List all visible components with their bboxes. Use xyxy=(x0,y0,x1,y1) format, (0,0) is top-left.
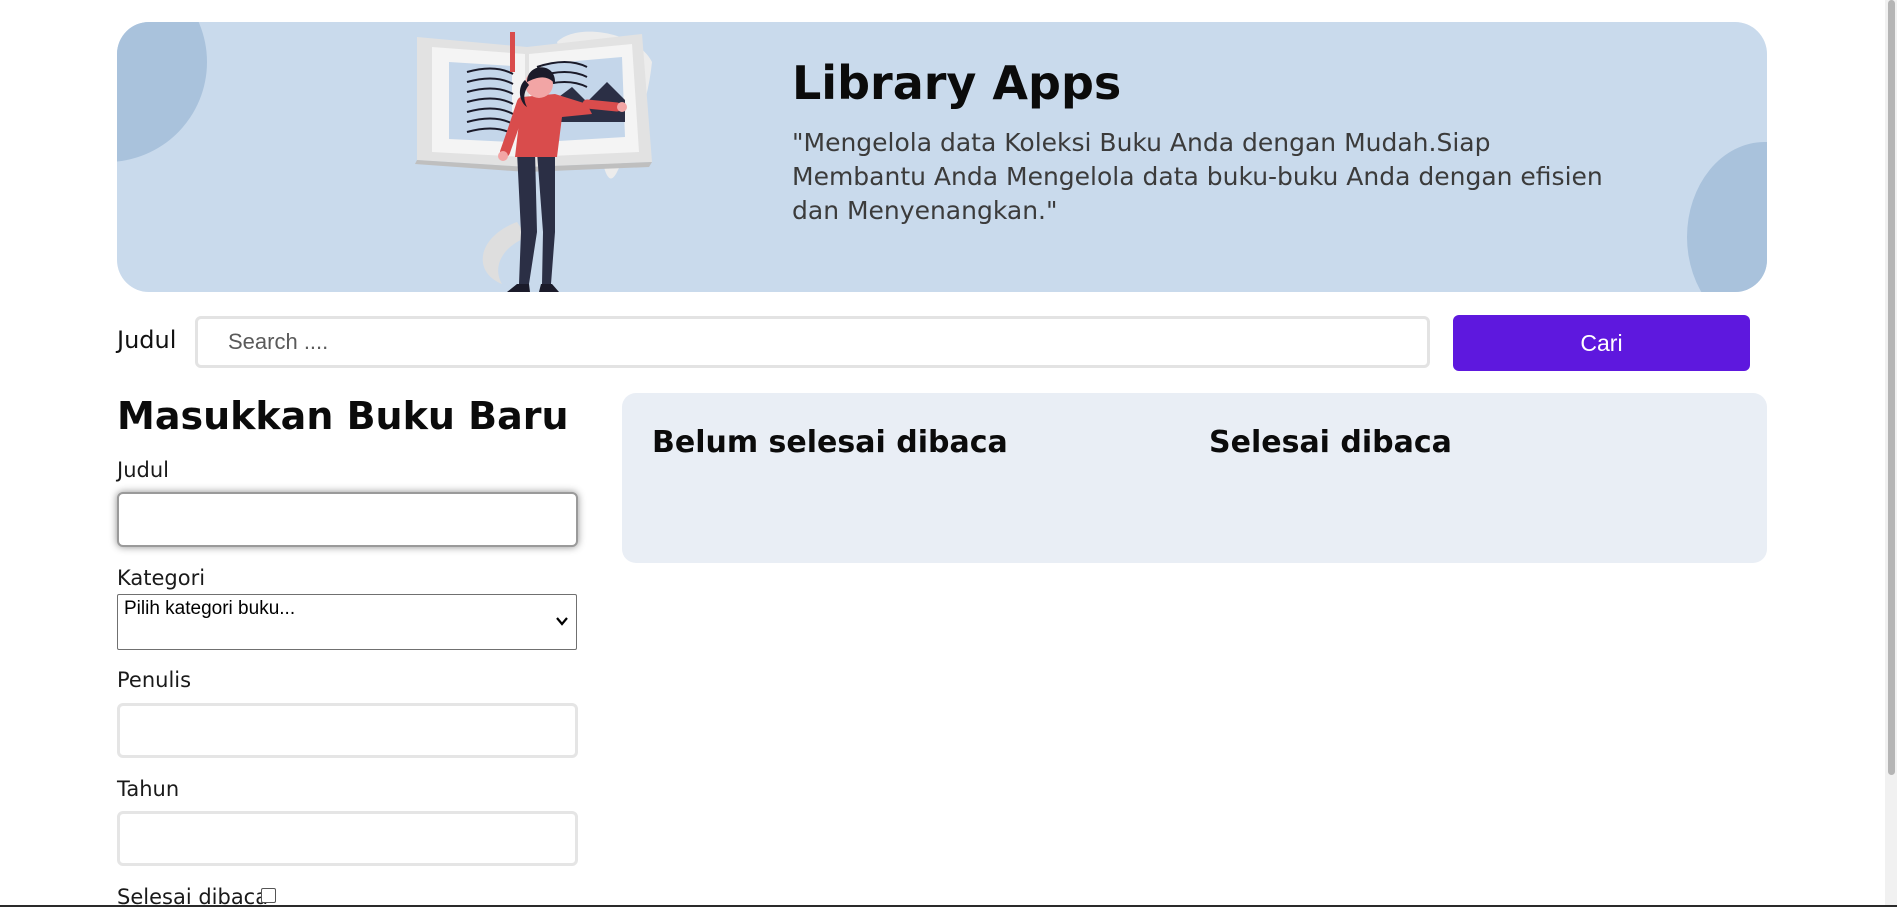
hero-banner: Library Apps "Mengelola data Koleksi Buk… xyxy=(117,22,1767,292)
bookshelves-panel: Belum selesai dibaca Selesai dibaca xyxy=(622,393,1767,563)
title-field-label: Judul xyxy=(117,458,169,482)
woman-reading-open-book-illustration xyxy=(415,31,652,292)
decorative-blob xyxy=(1687,142,1767,292)
finished-checkbox[interactable] xyxy=(261,888,276,903)
author-input[interactable] xyxy=(117,703,578,758)
category-selected-value: Pilih kategori buku... xyxy=(124,598,296,619)
search-input[interactable] xyxy=(195,316,1430,368)
category-select[interactable]: Pilih kategori buku... xyxy=(117,594,577,650)
unread-shelf-title: Belum selesai dibaca xyxy=(652,425,1008,460)
search-label: Judul xyxy=(117,326,177,354)
app-tagline: "Mengelola data Koleksi Buku Anda dengan… xyxy=(792,128,1603,225)
author-field-label: Penulis xyxy=(117,668,192,692)
year-input[interactable] xyxy=(117,811,578,866)
page-scrollbar[interactable] xyxy=(1885,0,1897,907)
category-field-label: Kategori xyxy=(117,566,206,590)
search-button[interactable]: Cari xyxy=(1453,315,1750,371)
scrollbar-thumb[interactable] xyxy=(1888,0,1895,775)
form-title: Masukkan Buku Baru xyxy=(117,394,569,438)
book-title-input[interactable] xyxy=(117,492,578,547)
chevron-down-icon xyxy=(556,617,568,626)
decorative-blob xyxy=(117,22,207,162)
year-field-label: Tahun xyxy=(117,777,180,801)
read-shelf-title: Selesai dibaca xyxy=(1209,425,1452,460)
app-title: Library Apps xyxy=(792,56,1122,110)
